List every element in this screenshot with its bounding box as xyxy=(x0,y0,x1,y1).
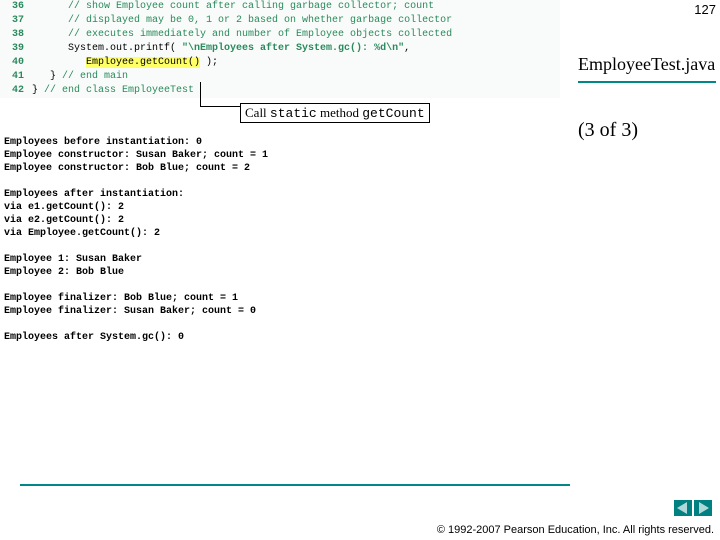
code-line: 36 // show Employee count after calling … xyxy=(0,0,560,14)
callout-mono-static: static xyxy=(270,106,317,121)
bottom-divider xyxy=(20,484,570,486)
line-number: 36 xyxy=(0,0,32,14)
outline-page-indicator: (3 of 3) xyxy=(578,119,716,142)
line-number: 38 xyxy=(0,28,32,42)
code-text: // show Employee count after calling gar… xyxy=(32,0,434,14)
outline-title: EmployeeTest.java xyxy=(578,54,716,75)
line-number: 39 xyxy=(0,42,32,56)
callout-mid: method xyxy=(317,105,363,120)
copyright-text: © 1992-2007 Pearson Education, Inc. All … xyxy=(437,524,714,536)
line-number: 42 xyxy=(0,84,32,98)
code-text: } // end class EmployeeTest xyxy=(32,84,194,98)
code-line: 38 // executes immediately and number of… xyxy=(0,28,560,42)
callout-mono-getcount: getCount xyxy=(362,106,424,121)
prev-button[interactable] xyxy=(674,500,692,516)
line-number: 37 xyxy=(0,14,32,28)
program-output: Employees before instantiation: 0 Employ… xyxy=(0,130,568,350)
code-line: 42} // end class EmployeeTest xyxy=(0,84,560,98)
code-line: 41 } // end main xyxy=(0,70,560,84)
page-number: 127 xyxy=(694,2,716,17)
code-text: System.out.printf( "\nEmployees after Sy… xyxy=(32,42,410,56)
code-block: 36 // show Employee count after calling … xyxy=(0,0,560,98)
triangle-left-icon xyxy=(674,500,692,516)
code-text: Employee.getCount() ); xyxy=(32,56,218,70)
side-panel: EmployeeTest.java (3 of 3) xyxy=(578,54,716,142)
triangle-right-icon xyxy=(694,500,712,516)
line-number: 41 xyxy=(0,70,32,84)
line-number: 40 xyxy=(0,56,32,70)
code-line: 37 // displayed may be 0, 1 or 2 based o… xyxy=(0,14,560,28)
callout-box: Call static method getCount xyxy=(240,103,430,123)
code-line: 40 Employee.getCount() ); xyxy=(0,56,560,70)
code-line: 39 System.out.printf( "\nEmployees after… xyxy=(0,42,560,56)
code-text: // displayed may be 0, 1 or 2 based on w… xyxy=(32,14,452,28)
code-text: } // end main xyxy=(32,70,128,84)
side-divider xyxy=(578,81,716,83)
next-button[interactable] xyxy=(694,500,712,516)
code-text: // executes immediately and number of Em… xyxy=(32,28,452,42)
callout-pre: Call xyxy=(245,105,270,120)
nav-controls xyxy=(674,500,712,516)
